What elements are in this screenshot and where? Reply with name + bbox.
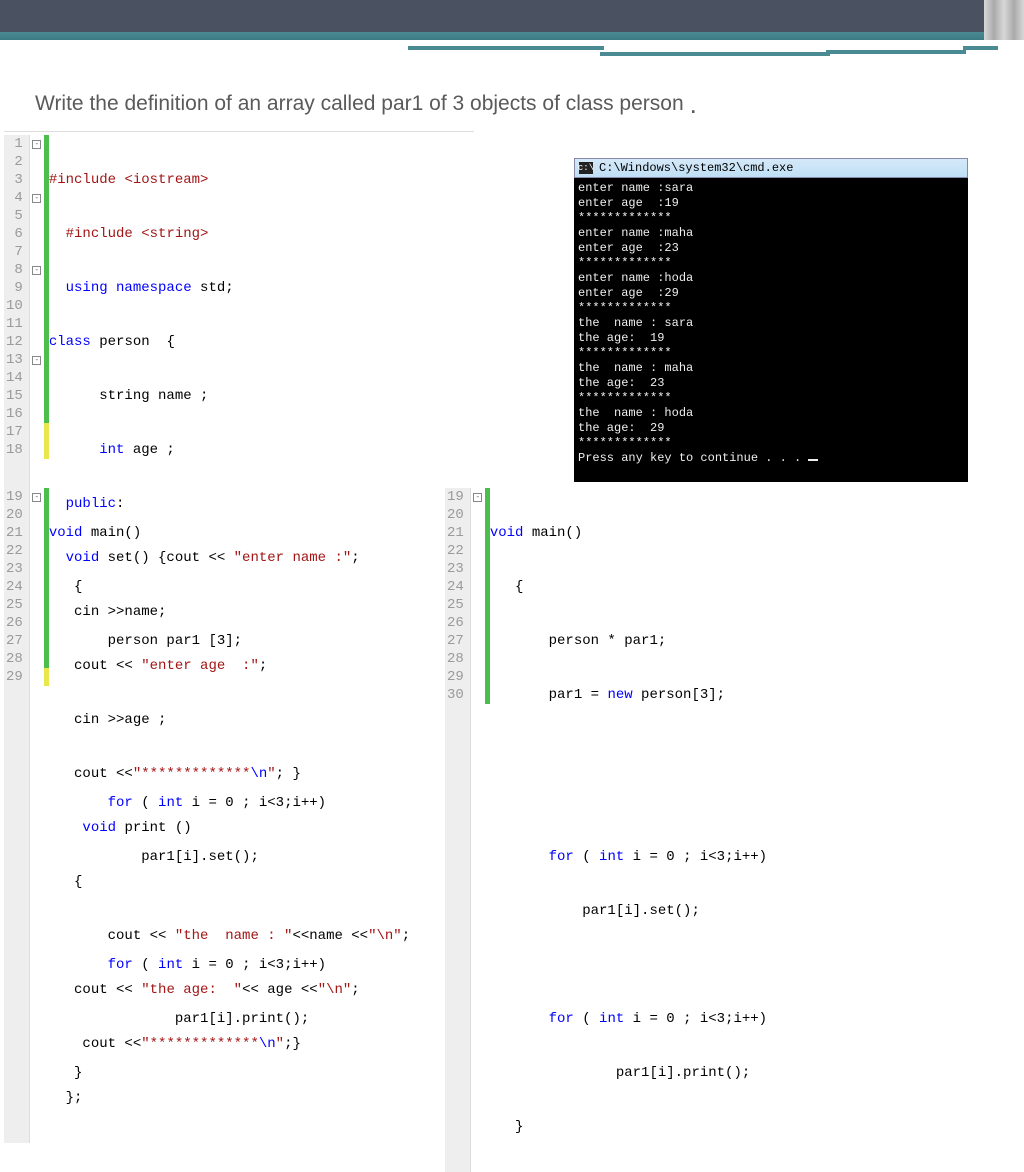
- fold-bl: -: [30, 488, 44, 1118]
- fold-br: -: [471, 488, 485, 1172]
- fold-icon[interactable]: -: [32, 493, 41, 502]
- console-title: C:\Windows\system32\cmd.exe: [599, 161, 793, 175]
- code-bottom-right: 192021222324252627282930 - void main() {…: [445, 488, 767, 1172]
- code-body-br: void main() { person * par1; par1 = new …: [490, 488, 767, 1172]
- console-titlebar[interactable]: c:\ C:\Windows\system32\cmd.exe: [574, 158, 968, 178]
- fold-icon[interactable]: -: [32, 140, 41, 149]
- code-bottom-left: 1920212223242526272829 - void main() { p…: [4, 488, 326, 1118]
- console-icon: c:\: [579, 162, 593, 174]
- fold-icon[interactable]: -: [32, 266, 41, 275]
- console-window: c:\ C:\Windows\system32\cmd.exe enter na…: [574, 158, 968, 482]
- fold-icon[interactable]: -: [32, 356, 41, 365]
- header-accent: [0, 32, 1024, 40]
- gutter-bl: 1920212223242526272829: [4, 488, 30, 1118]
- page-title: Write the definition of an array called …: [35, 92, 1024, 123]
- gutter-br: 192021222324252627282930: [445, 488, 471, 1172]
- cursor-icon: [808, 459, 818, 461]
- title-text: Write the definition of an array called …: [35, 92, 684, 123]
- title-rule: [4, 131, 474, 132]
- title-period: .: [690, 89, 697, 120]
- header-dark: [0, 0, 1024, 32]
- code-body-bl: void main() { person par1 [3]; for ( int…: [49, 488, 326, 1118]
- console-output: enter name :sara enter age :19 *********…: [574, 178, 968, 482]
- fold-icon[interactable]: -: [32, 194, 41, 203]
- fold-icon[interactable]: -: [473, 493, 482, 502]
- header-underline: [0, 46, 1024, 52]
